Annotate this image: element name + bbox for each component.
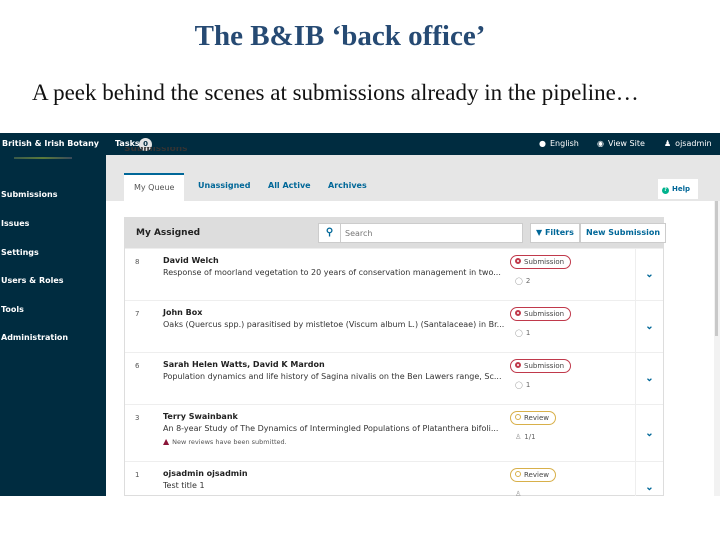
submission-title[interactable]: Response of moorland vegetation to 20 ye… xyxy=(163,268,501,277)
stage-label: Review xyxy=(524,414,549,422)
comment-icon: ◯ xyxy=(515,381,523,389)
comment-icon: ◯ xyxy=(515,329,523,337)
submission-author: Terry Swainbank xyxy=(163,412,238,421)
review-notice-text: New reviews have been submitted. xyxy=(172,438,287,446)
reviewer-icon: ♙ xyxy=(515,433,522,441)
discussion-count: ◯ 1 xyxy=(515,381,530,389)
search-icon[interactable]: ⚲ xyxy=(319,224,341,242)
submission-title[interactable]: Test title 1 xyxy=(163,481,205,490)
stage-badge: Review xyxy=(510,468,556,482)
view-site-label: View Site xyxy=(607,139,645,148)
submission-row[interactable]: 8 David Welch Response of moorland veget… xyxy=(125,248,663,301)
stage-badge: Submission xyxy=(510,307,572,321)
discussion-count: ◯ 2 xyxy=(515,277,530,285)
slide-title: The B&IB ‘back office’ xyxy=(194,20,486,52)
stage-label: Review xyxy=(524,471,549,479)
user-menu[interactable]: ♟ ojsadmin xyxy=(664,139,712,148)
submission-title[interactable]: Oaks (Quercus spp.) parasitised by mistl… xyxy=(163,320,504,329)
sidebar-item-tools[interactable]: Tools xyxy=(1,305,24,314)
submission-id: 3 xyxy=(135,414,140,422)
reviewer-icon: ♙ xyxy=(515,490,522,496)
sidebar-item-issues[interactable]: Issues xyxy=(1,219,29,228)
language-menu[interactable]: ● English xyxy=(539,139,579,148)
stage-label: Submission xyxy=(524,362,565,370)
globe-icon: ● xyxy=(539,139,546,148)
journal-name-link[interactable]: British & Irish Botany xyxy=(2,139,99,148)
expand-chevron-icon[interactable]: ⌄ xyxy=(635,353,663,405)
slide-subtitle: A peek behind the scenes at submissions … xyxy=(32,80,639,105)
stage-dot-icon xyxy=(515,362,521,368)
filter-icon: ▼ xyxy=(536,228,543,237)
stage-dot-icon xyxy=(515,258,521,264)
warning-icon: ▲ xyxy=(163,437,170,446)
submission-author: Sarah Helen Watts, David K Mardon xyxy=(163,360,325,369)
top-navigation-bar: British & Irish Botany Tasks 0 ● English … xyxy=(0,133,720,155)
help-label: Help xyxy=(672,185,691,193)
discussion-count-value: 2 xyxy=(525,277,531,285)
tab-archives[interactable]: Archives xyxy=(328,173,367,201)
page-heading: Submissions xyxy=(124,147,188,154)
submission-id: 8 xyxy=(135,258,140,266)
user-name: ojsadmin xyxy=(675,139,712,148)
discussion-count-value: 1 xyxy=(525,329,531,337)
reviewer-count-value: 1/1 xyxy=(524,433,536,441)
my-assigned-panel: My Assigned ⚲ ▼ Filters New Submission 8… xyxy=(124,217,667,496)
view-site-link[interactable]: ◉ View Site xyxy=(597,139,645,148)
discussion-count-value: 1 xyxy=(525,381,531,389)
tab-my-queue[interactable]: My Queue xyxy=(124,173,185,201)
reviewer-count: ♙ 1/1 xyxy=(515,433,536,441)
reviewer-count: ♙ xyxy=(515,490,524,496)
submission-author: John Box xyxy=(163,308,203,317)
submission-title[interactable]: Population dynamics and life history of … xyxy=(163,372,501,381)
filters-button[interactable]: ▼ Filters xyxy=(530,223,580,243)
help-button[interactable]: ? Help xyxy=(658,179,698,199)
list-title: My Assigned xyxy=(136,228,201,238)
sidebar-item-settings[interactable]: Settings xyxy=(1,248,39,257)
submission-row[interactable]: 3 Terry Swainbank An 8-year Study of The… xyxy=(125,404,663,462)
submission-row[interactable]: 1 ojsadmin ojsadmin Test title 1 Review … xyxy=(125,461,663,496)
comment-icon: ◯ xyxy=(515,277,523,285)
submission-row[interactable]: 7 John Box Oaks (Quercus spp.) parasitis… xyxy=(125,300,663,353)
page-scrollbar[interactable] xyxy=(714,201,720,496)
tab-all-active[interactable]: All Active xyxy=(268,173,311,201)
review-notice: ▲ New reviews have been submitted. xyxy=(163,437,287,446)
expand-chevron-icon[interactable]: ⌄ xyxy=(635,249,663,301)
submission-id: 1 xyxy=(135,471,140,479)
list-header: My Assigned ⚲ ▼ Filters New Submission xyxy=(125,218,667,248)
expand-chevron-icon[interactable]: ⌄ xyxy=(635,462,663,496)
submission-author: ojsadmin ojsadmin xyxy=(163,469,248,478)
submission-title[interactable]: An 8-year Study of The Dynamics of Inter… xyxy=(163,424,498,433)
ojs-dashboard-screenshot: British & Irish Botany Tasks 0 ● English … xyxy=(0,133,720,496)
stage-badge: Review xyxy=(510,411,556,425)
submission-author: David Welch xyxy=(163,256,219,265)
sidebar-item-submissions[interactable]: Submissions xyxy=(1,190,57,199)
new-submission-button[interactable]: New Submission xyxy=(580,223,667,243)
stage-dot-icon xyxy=(515,310,521,316)
tab-unassigned[interactable]: Unassigned xyxy=(198,173,250,201)
eye-icon: ◉ xyxy=(597,139,604,148)
language-label: English xyxy=(549,139,579,148)
stage-badge: Submission xyxy=(510,255,572,269)
filters-label: Filters xyxy=(544,228,574,237)
search-box: ⚲ xyxy=(318,223,523,243)
search-input[interactable] xyxy=(345,226,515,240)
expand-chevron-icon[interactable]: ⌄ xyxy=(635,405,663,462)
sidebar: Submissions Issues Settings Users & Role… xyxy=(0,155,106,496)
help-icon: ? xyxy=(662,187,669,194)
scrollbar-thumb[interactable] xyxy=(715,201,718,336)
stage-label: Submission xyxy=(524,310,565,318)
stage-badge: Submission xyxy=(510,359,572,373)
submission-row[interactable]: 6 Sarah Helen Watts, David K Mardon Popu… xyxy=(125,352,663,405)
submission-id: 6 xyxy=(135,362,140,370)
sidebar-item-administration[interactable]: Administration xyxy=(1,333,68,342)
submission-id: 7 xyxy=(135,310,140,318)
stage-label: Submission xyxy=(524,258,565,266)
stage-dot-icon xyxy=(515,414,521,420)
journal-logo xyxy=(14,157,72,159)
stage-dot-icon xyxy=(515,471,521,477)
discussion-count: ◯ 1 xyxy=(515,329,530,337)
expand-chevron-icon[interactable]: ⌄ xyxy=(635,301,663,353)
sidebar-item-users-roles[interactable]: Users & Roles xyxy=(1,276,64,285)
user-icon: ♟ xyxy=(664,139,672,148)
